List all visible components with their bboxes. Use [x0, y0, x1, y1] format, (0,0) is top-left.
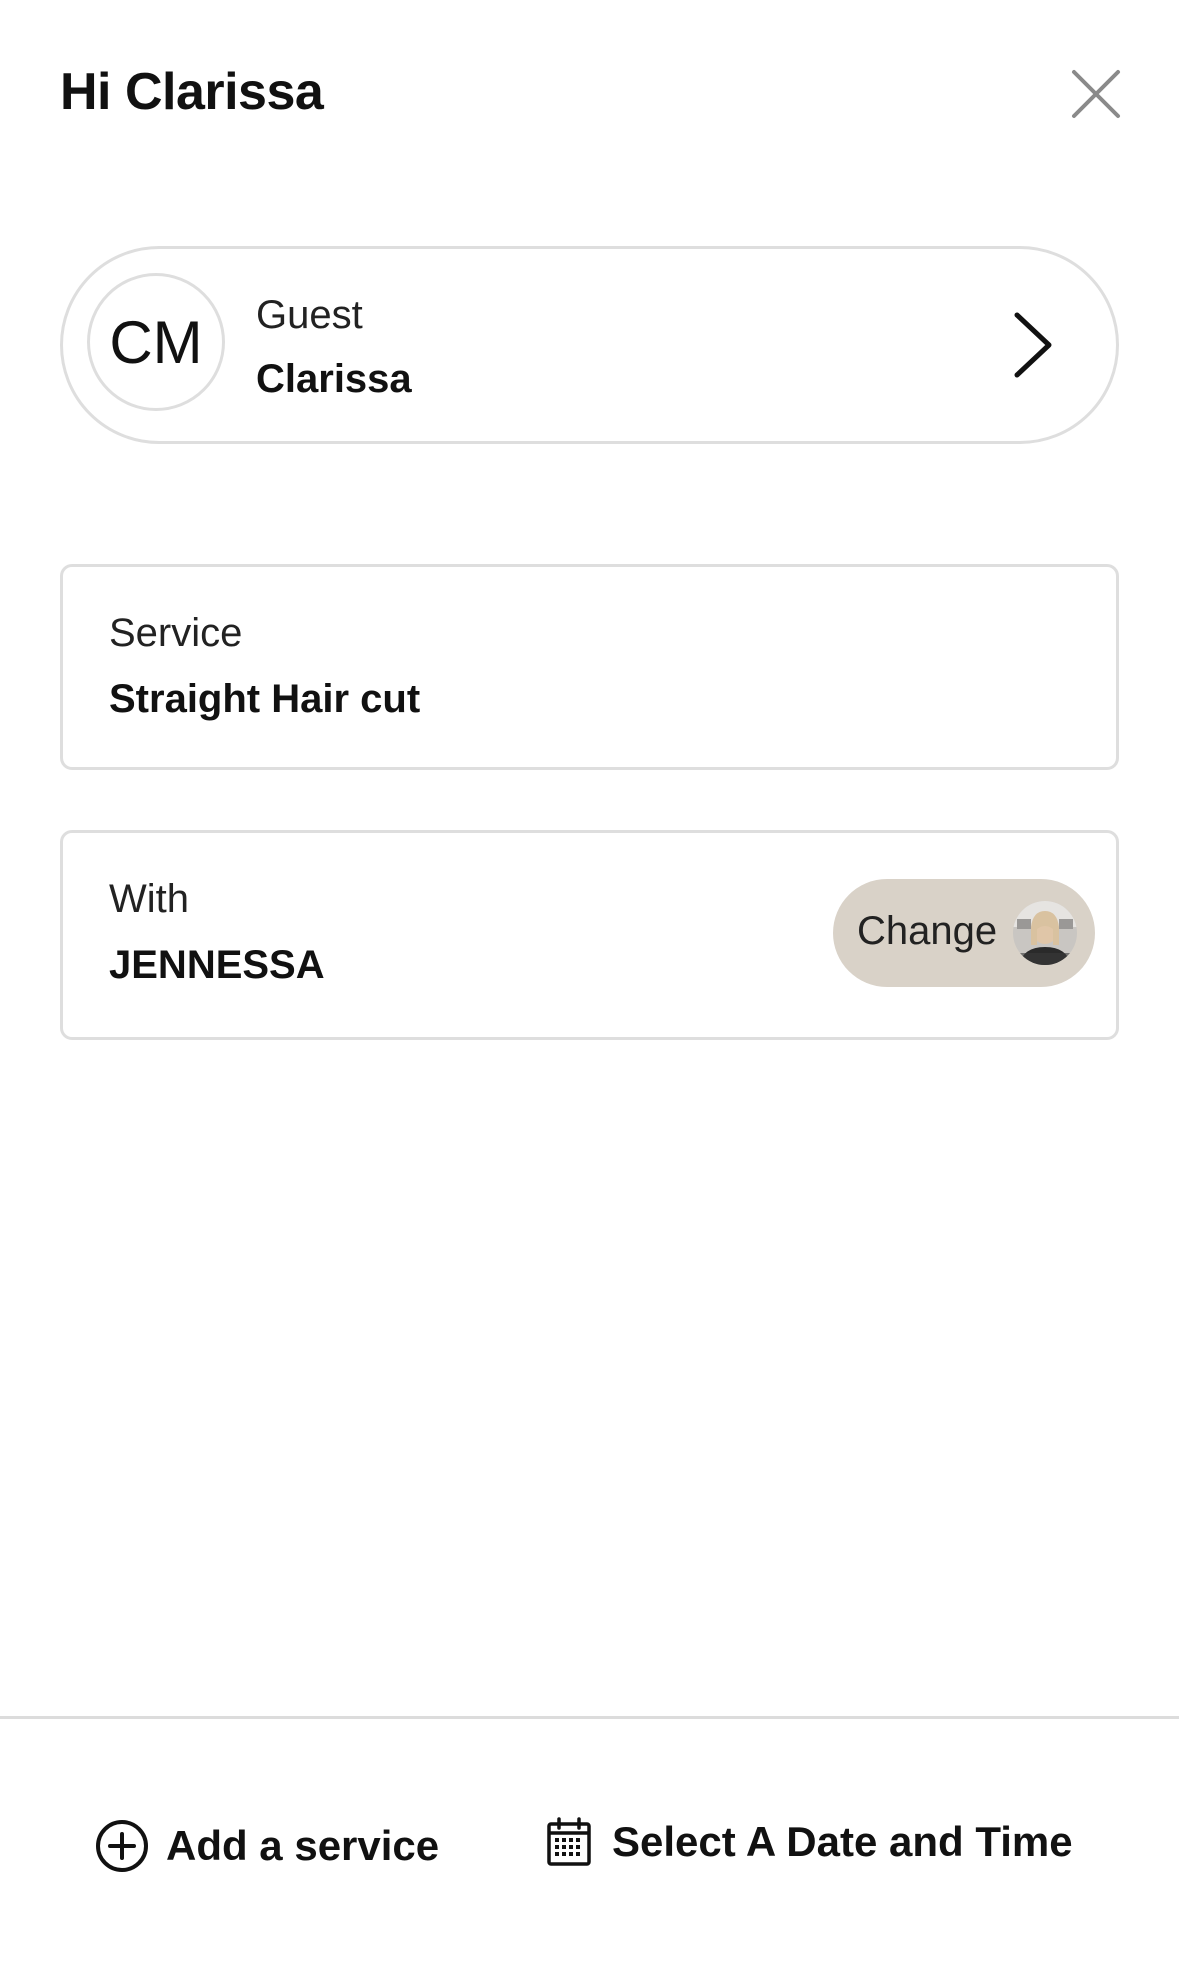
add-service-label: Add a service: [166, 1822, 440, 1869]
staff-name: JENNESSA: [109, 943, 325, 987]
guest-name: Clarissa: [256, 357, 412, 401]
change-staff-button[interactable]: Change: [833, 879, 1095, 987]
guest-selector[interactable]: CM Guest Clarissa: [60, 246, 1119, 444]
service-card[interactable]: Service Straight Hair cut: [60, 564, 1119, 770]
avatar-initials: CM: [109, 308, 203, 376]
avatar: CM: [87, 273, 225, 411]
page-title: Hi Clarissa: [60, 63, 324, 121]
close-icon: [1072, 70, 1120, 118]
close-button[interactable]: [1064, 62, 1128, 126]
staff-avatar-photo: [1013, 901, 1077, 965]
staff-label: With: [109, 877, 189, 921]
calendar-icon: [547, 1817, 591, 1866]
guest-label: Guest: [256, 293, 363, 337]
chevron-right-icon: [1003, 307, 1063, 383]
add-service-button[interactable]: Add a service: [94, 1816, 439, 1876]
select-date-time-label: Select A Date and Time: [612, 1818, 1073, 1865]
service-value: Straight Hair cut: [109, 677, 421, 721]
plus-circle-icon: [96, 1820, 148, 1872]
change-button-label: Change: [857, 909, 998, 953]
service-label: Service: [109, 611, 243, 655]
footer-divider: [0, 1716, 1179, 1719]
staff-card: With JENNESSA Change: [60, 830, 1119, 1040]
select-date-time-button[interactable]: Select A Date and Time: [546, 1812, 1073, 1872]
booking-panel: Hi Clarissa CM Guest Clarissa Service St…: [0, 0, 1179, 1961]
